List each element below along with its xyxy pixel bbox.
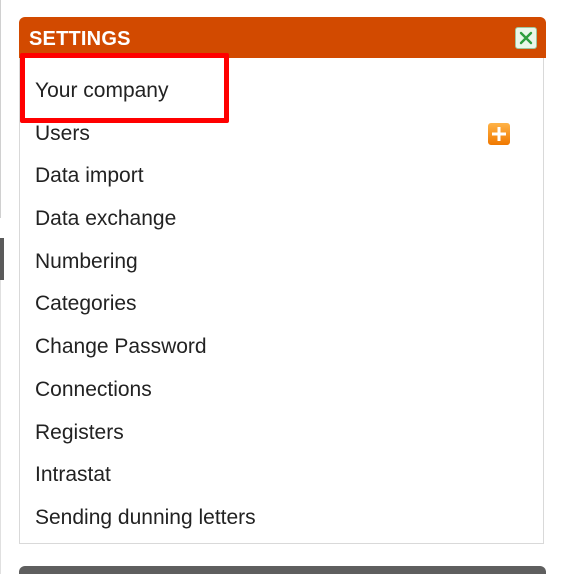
background-edge xyxy=(0,280,1,574)
background-edge xyxy=(0,0,1,218)
menu-item-label: Users xyxy=(35,121,90,145)
menu-item-your-company[interactable]: Your company xyxy=(20,70,543,113)
add-icon xyxy=(492,126,506,141)
menu-item-label: Data exchange xyxy=(35,207,177,231)
panel-title: SETTINGS xyxy=(29,28,131,50)
menu-item-label: Connections xyxy=(35,377,152,401)
menu-item-label: Your company xyxy=(35,79,169,102)
menu-item-registers[interactable]: Registers xyxy=(20,412,543,455)
settings-menu: Your company Users Data import Data exch… xyxy=(20,70,543,540)
menu-item-connections[interactable]: Connections xyxy=(20,369,543,412)
page: SETTINGS Your company Users Data import … xyxy=(0,0,561,574)
menu-item-intrastat[interactable]: Intrastat xyxy=(20,454,543,497)
menu-item-users[interactable]: Users xyxy=(20,113,543,156)
menu-item-data-exchange[interactable]: Data exchange xyxy=(20,198,543,241)
close-icon xyxy=(519,31,533,45)
add-user-button[interactable] xyxy=(488,122,510,145)
menu-item-label: Sending dunning letters xyxy=(35,505,256,529)
menu-item-label: Intrastat xyxy=(35,463,111,487)
menu-item-numbering[interactable]: Numbering xyxy=(20,241,543,284)
menu-item-label: Change Password xyxy=(35,335,207,359)
background-tab xyxy=(0,238,4,280)
menu-item-categories[interactable]: Categories xyxy=(20,283,543,326)
settings-panel: SETTINGS Your company Users Data import … xyxy=(19,17,546,544)
menu-item-data-import[interactable]: Data import xyxy=(20,155,543,198)
menu-item-label: Registers xyxy=(35,420,124,444)
next-panel-header xyxy=(19,566,546,574)
menu-item-sending-dunning-letters[interactable]: Sending dunning letters xyxy=(20,497,543,540)
panel-header: SETTINGS xyxy=(19,17,546,58)
menu-item-label: Data import xyxy=(35,164,144,188)
close-button[interactable] xyxy=(515,27,537,49)
menu-item-change-password[interactable]: Change Password xyxy=(20,326,543,369)
menu-item-label: Categories xyxy=(35,292,137,316)
menu-item-label: Numbering xyxy=(35,249,138,273)
